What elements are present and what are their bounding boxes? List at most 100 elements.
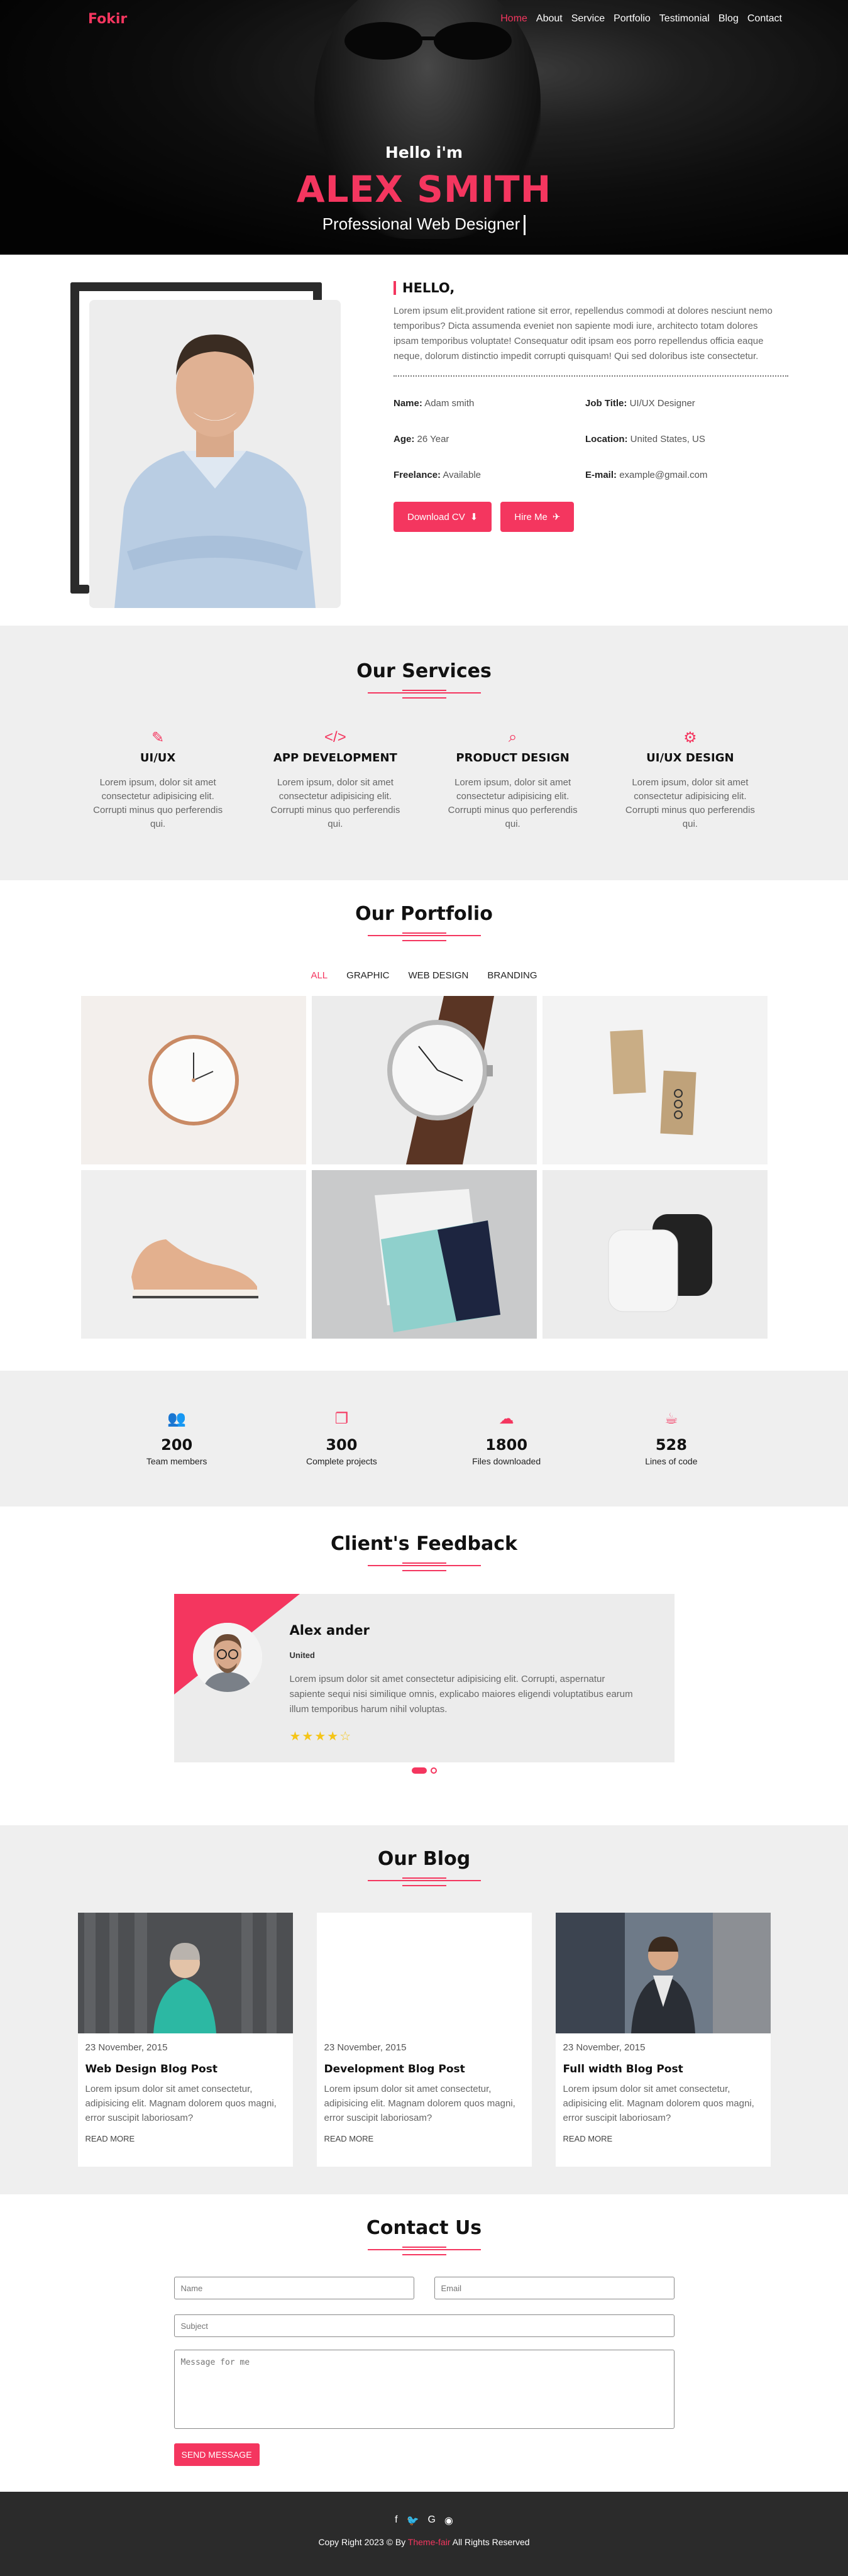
- photo-frame-bottom: [70, 585, 89, 594]
- info-label: Age:: [394, 434, 415, 445]
- google-icon[interactable]: G: [427, 2514, 435, 2527]
- nav-item-portfolio[interactable]: Portfolio: [614, 13, 651, 25]
- client-review: Lorem ipsum dolor sit amet consectetur a…: [289, 1674, 633, 1715]
- twitter-icon[interactable]: 🐦: [407, 2514, 419, 2527]
- divider: [394, 375, 788, 377]
- blog-post: 23 November, 2015 Development Blog Post …: [316, 1913, 532, 2167]
- paper-plane-icon: ✈: [552, 512, 561, 522]
- blog-post: 23 November, 2015 Web Design Blog Post L…: [77, 1913, 293, 2167]
- services-title: Our Services: [356, 660, 492, 682]
- portfolio-item-clock[interactable]: [80, 996, 306, 1164]
- about-info: HELLO, Lorem ipsum elit.provident ration…: [394, 281, 790, 532]
- info-value: United States, US: [630, 434, 705, 445]
- footer: f 🐦 G ◉ Copy Right 2023 © By Theme-fair …: [0, 2492, 848, 2576]
- profile-photo: [89, 300, 341, 608]
- post-excerpt: Lorem ipsum dolor sit amet consectetur, …: [85, 2084, 277, 2123]
- profile-person-image: [89, 300, 341, 608]
- title-underline: [367, 690, 481, 699]
- facebook-icon[interactable]: f: [395, 2514, 397, 2527]
- filter-branding[interactable]: BRANDING: [487, 970, 537, 981]
- logo[interactable]: Fokir: [88, 11, 127, 27]
- blog-section: Our Blog 23 November, 2015 Web Design Bl…: [0, 1825, 848, 2194]
- coffee-icon: ☕: [664, 1410, 678, 1427]
- contact-title: Contact Us: [366, 2217, 482, 2239]
- download-icon: ⬇: [470, 512, 478, 522]
- service-card: ✎ UI/UX Lorem ipsum, dolor sit amet cons…: [69, 729, 246, 831]
- portfolio-title: Our Portfolio: [355, 903, 493, 925]
- blog-post-image: [317, 1913, 532, 2033]
- read-more-link[interactable]: READ MORE: [324, 2134, 524, 2143]
- carousel-dot[interactable]: [430, 1767, 437, 1774]
- portfolio-section: Our Portfolio ALL GRAPHIC WEB DESIGN BRA…: [0, 880, 848, 1371]
- carousel-dot-active[interactable]: [411, 1767, 427, 1774]
- portfolio-item-brand-cards[interactable]: [311, 1170, 537, 1339]
- wall-clock-image: [80, 996, 306, 1164]
- woman-wall-image: [77, 1913, 293, 2033]
- read-more-link[interactable]: READ MORE: [85, 2134, 285, 2143]
- hire-me-button[interactable]: Hire Me ✈: [500, 502, 575, 532]
- typing-cursor: [524, 215, 526, 236]
- hero-greeting: Hello i'm: [385, 143, 463, 162]
- about-section: HELLO, Lorem ipsum elit.provident ration…: [0, 255, 848, 626]
- service-title: UI/UX: [140, 751, 176, 765]
- nav-item-home[interactable]: Home: [500, 13, 527, 25]
- info-freelance: Freelance: Available: [394, 470, 585, 480]
- portfolio-item-shoe[interactable]: [80, 1170, 306, 1339]
- contact-section: Contact Us SEND MESSAGE: [0, 2194, 848, 2492]
- nav-menu: Home About Service Portfolio Testimonial…: [500, 13, 782, 25]
- filter-all[interactable]: ALL: [311, 970, 328, 981]
- about-buttons: Download CV ⬇ Hire Me ✈: [394, 502, 790, 532]
- stat-item: ☕ 528 Lines of code: [589, 1410, 754, 1506]
- copyright: Copy Right 2023 © By Theme-fair All Righ…: [0, 2537, 848, 2547]
- title-underline: [367, 2247, 481, 2255]
- name-input[interactable]: [173, 2277, 414, 2299]
- about-text: Lorem ipsum elit.provident ratione sit e…: [394, 306, 773, 362]
- wrist-watch-image: [311, 996, 537, 1164]
- copyright-brand[interactable]: Theme-fair: [408, 2537, 451, 2547]
- stat-item: ❐ 300 Complete projects: [259, 1410, 424, 1506]
- download-cv-button[interactable]: Download CV ⬇: [394, 502, 492, 532]
- send-message-button[interactable]: SEND MESSAGE: [173, 2443, 260, 2466]
- hire-me-label: Hire Me: [514, 511, 548, 522]
- info-grid: Name: Adam smith Job Title: UI/UX Design…: [394, 398, 790, 480]
- copy-icon: ❐: [334, 1410, 349, 1427]
- post-title[interactable]: Development Blog Post: [324, 2063, 524, 2076]
- email-input[interactable]: [434, 2277, 675, 2299]
- subject-input[interactable]: [173, 2314, 675, 2337]
- contact-form: SEND MESSAGE: [173, 2277, 675, 2466]
- cloud-download-icon: ☁: [498, 1410, 514, 1427]
- feedback-section: Client's Feedback Alex ander United Lore…: [0, 1506, 848, 1825]
- testimonial-card: Alex ander United Lorem ipsum dolor sit …: [173, 1594, 675, 1762]
- filter-graphic[interactable]: GRAPHIC: [346, 970, 389, 981]
- nav-item-testimonial[interactable]: Testimonial: [659, 13, 710, 25]
- stat-label: Team members: [146, 1456, 207, 1466]
- nav-item-service[interactable]: Service: [571, 13, 605, 25]
- portfolio-item-watch[interactable]: [311, 996, 537, 1164]
- download-cv-label: Download CV: [407, 511, 465, 522]
- service-title: PRODUCT DESIGN: [456, 751, 570, 765]
- blog-posts: 23 November, 2015 Web Design Blog Post L…: [0, 1913, 848, 2167]
- info-email: E-mail: example@gmail.com: [585, 470, 777, 480]
- post-title[interactable]: Full width Blog Post: [563, 2063, 763, 2076]
- stat-label: Lines of code: [645, 1456, 698, 1466]
- info-name: Name: Adam smith: [394, 398, 585, 409]
- blog-post-image: [77, 1913, 293, 2033]
- info-label: Job Title:: [585, 398, 627, 409]
- portfolio-item-device[interactable]: [542, 1170, 768, 1339]
- github-icon[interactable]: ◉: [444, 2514, 453, 2527]
- business-cards-image: [542, 996, 768, 1164]
- photo-frame-left: [70, 282, 79, 594]
- portfolio-item-cards[interactable]: [542, 996, 768, 1164]
- post-date: 23 November, 2015: [563, 2042, 646, 2053]
- nav-item-about[interactable]: About: [536, 13, 563, 25]
- nav-item-contact[interactable]: Contact: [747, 13, 782, 25]
- filter-web-design[interactable]: WEB DESIGN: [409, 970, 469, 981]
- sneaker-image: [80, 1170, 306, 1339]
- read-more-link[interactable]: READ MORE: [563, 2134, 763, 2143]
- info-value: Adam smith: [424, 398, 475, 409]
- post-title[interactable]: Web Design Blog Post: [85, 2063, 285, 2076]
- post-date: 23 November, 2015: [85, 2042, 168, 2053]
- message-textarea[interactable]: [173, 2350, 675, 2429]
- copyright-suffix: All Rights Reserved: [450, 2537, 530, 2547]
- nav-item-blog[interactable]: Blog: [719, 13, 739, 25]
